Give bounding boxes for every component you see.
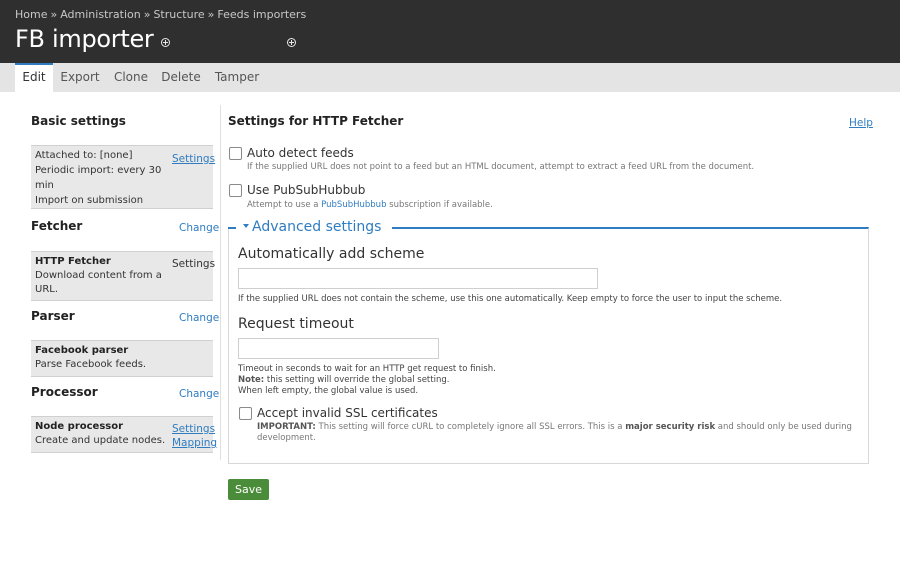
basic-settings-link[interactable]: Settings [172, 153, 215, 165]
fetcher-change-link[interactable]: Change [179, 222, 219, 234]
timeout-input[interactable] [238, 338, 439, 359]
basic-settings-box: Attached to: [none] Periodic import: eve… [31, 145, 215, 209]
parser-desc: Parse Facebook feeds. [35, 359, 147, 370]
fetcher-settings-current[interactable]: Settings [172, 258, 215, 270]
page-title: FB importer [15, 25, 154, 53]
tab-bar: Edit Export Clone Delete Tamper [0, 63, 900, 92]
add-icon[interactable] [287, 38, 296, 47]
pubsubhubbub-link[interactable]: PubSubHubbub [321, 200, 386, 210]
advanced-settings-toggle[interactable]: Advanced settings [252, 219, 381, 235]
breadcrumb: Home» Administration» Structure» Feeds impo… [15, 8, 307, 21]
tab-export[interactable]: Export [56, 63, 104, 92]
tab-tamper[interactable]: Tamper [210, 63, 264, 92]
ssl-label[interactable]: Accept invalid SSL certificates [257, 406, 438, 420]
add-shortcut-icon[interactable] [161, 38, 170, 47]
auto-detect-feeds-label[interactable]: Auto detect feeds [247, 146, 354, 160]
fetcher-desc-line2: URL. [35, 284, 59, 295]
breadcrumb-structure[interactable]: Structure [153, 8, 204, 21]
fetcher-heading: Fetcher [31, 219, 83, 233]
scheme-desc: If the supplied URL does not contain the… [238, 294, 783, 304]
pubsubhubbub-checkbox[interactable] [229, 184, 242, 197]
breadcrumb-administration[interactable]: Administration [60, 8, 141, 21]
parser-box: Facebook parser Parse Facebook feeds. [31, 340, 213, 377]
auto-detect-feeds-checkbox[interactable] [229, 147, 242, 160]
timeout-desc-line2: Note: this setting will override the glo… [238, 375, 450, 385]
fetcher-desc-line1: Download content from a [35, 270, 162, 281]
save-button[interactable]: Save [228, 479, 269, 500]
breadcrumb-home[interactable]: Home [15, 8, 47, 21]
parser-change-link[interactable]: Change [179, 312, 219, 324]
collapse-caret-icon[interactable] [243, 224, 249, 228]
tab-clone[interactable]: Clone [108, 63, 154, 92]
parser-heading: Parser [31, 309, 75, 323]
fetcher-box: HTTP Fetcher Download content from a URL… [31, 251, 215, 301]
periodic-import-text: Periodic import: every 30 [35, 165, 162, 176]
processor-box: Node processor Create and update nodes. … [31, 416, 217, 453]
fetcher-name: HTTP Fetcher [35, 256, 111, 267]
parser-name: Facebook parser [35, 345, 129, 356]
timeout-desc-line3: When left empty, the global value is use… [238, 386, 419, 396]
pubsubhubbub-desc: Attempt to use a PubSubHubbub subscripti… [247, 200, 493, 210]
auto-detect-feeds-desc: If the supplied URL does not point to a … [247, 162, 755, 172]
ssl-checkbox[interactable] [239, 407, 252, 420]
timeout-label: Request timeout [238, 316, 354, 332]
processor-desc: Create and update nodes. [35, 435, 166, 446]
pubsubhubbub-label[interactable]: Use PubSubHubbub [247, 183, 365, 197]
tab-edit[interactable]: Edit [15, 63, 53, 92]
processor-change-link[interactable]: Change [179, 388, 219, 400]
periodic-import-unit: min [35, 180, 54, 191]
ssl-desc-line2: development. [257, 433, 316, 443]
scheme-input[interactable] [238, 268, 598, 289]
tab-delete[interactable]: Delete [158, 63, 204, 92]
sidebar-divider [220, 105, 221, 460]
scheme-label: Automatically add scheme [238, 246, 425, 262]
processor-mapping-link[interactable]: Mapping [172, 437, 217, 449]
breadcrumb-feeds-importers[interactable]: Feeds importers [217, 8, 306, 21]
settings-heading: Settings for HTTP Fetcher [228, 114, 404, 128]
basic-settings-heading: Basic settings [31, 114, 126, 128]
processor-name: Node processor [35, 421, 124, 432]
help-link[interactable]: Help [849, 117, 873, 129]
ssl-desc-line1: IMPORTANT: This setting will force cURL … [257, 422, 852, 432]
page-header: Home» Administration» Structure» Feeds impo… [0, 0, 900, 63]
processor-heading: Processor [31, 385, 98, 399]
timeout-desc-line1: Timeout in seconds to wait for an HTTP g… [238, 364, 496, 374]
import-on-submission-text: Import on submission [35, 195, 144, 206]
processor-settings-link[interactable]: Settings [172, 423, 215, 435]
attached-to-text: Attached to: [none] [35, 150, 133, 161]
